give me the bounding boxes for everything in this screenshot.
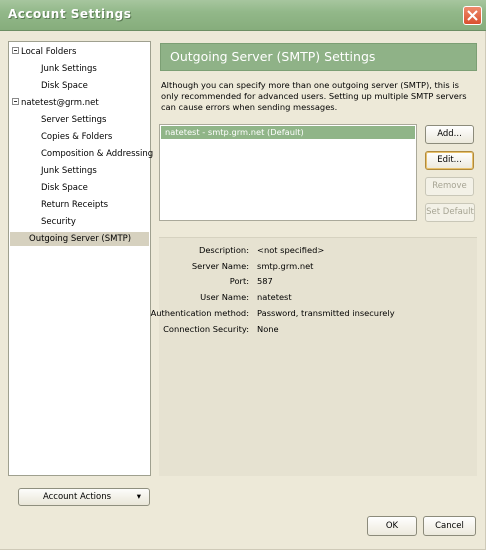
collapse-icon[interactable] [12, 98, 19, 105]
window-title: Account Settings [8, 7, 132, 21]
tree-item-label: Composition & Addressing [41, 149, 154, 159]
tree-item-disk-space-account[interactable]: Disk Space [41, 181, 88, 195]
smtp-server-list[interactable]: natetest - smtp.grm.net (Default) [159, 124, 417, 221]
tree-item-security[interactable]: Security [41, 215, 76, 229]
tree-item-label: Outgoing Server (SMTP) [29, 234, 132, 244]
detail-row-server-name: Server Name: smtp.grm.net [159, 260, 477, 272]
page-title: Outgoing Server (SMTP) Settings [170, 49, 376, 64]
title-bar: Account Settings [0, 0, 486, 31]
detail-row-user-name: User Name: natetest [159, 291, 477, 303]
collapse-icon[interactable] [12, 47, 19, 54]
detail-label: Description: [198, 245, 249, 255]
tree-item-label: natetest@grm.net [21, 98, 99, 108]
add-server-button[interactable]: Add... [425, 125, 474, 144]
tree-item-junk-settings-account[interactable]: Junk Settings [41, 164, 97, 178]
tree-item-outgoing-server[interactable]: Outgoing Server (SMTP) [10, 232, 149, 246]
smtp-description: Although you can specify more than one o… [161, 80, 467, 112]
detail-value: natetest [257, 292, 292, 302]
detail-value: 587 [257, 276, 273, 286]
panel-header: Outgoing Server (SMTP) Settings [160, 43, 477, 71]
close-button[interactable] [463, 6, 482, 25]
set-default-button[interactable]: Set Default [425, 203, 475, 222]
detail-label: Port: [229, 276, 249, 286]
detail-label: Connection Security: [163, 324, 249, 334]
dropdown-arrow-icon: ▾ [136, 492, 141, 502]
cancel-button[interactable]: Cancel [423, 516, 476, 536]
tree-item-label: Copies & Folders [41, 132, 113, 142]
detail-label: Server Name: [191, 261, 249, 271]
detail-row-connection-security: Connection Security: None [159, 323, 477, 335]
close-icon [467, 10, 478, 21]
tree-item-label: Security [41, 217, 76, 227]
tree-item-label: Return Receipts [41, 200, 109, 210]
tree-item-junk-settings[interactable]: Junk Settings [41, 62, 97, 76]
remove-server-button[interactable]: Remove [425, 177, 474, 196]
detail-value: Password, transmitted insecurely [257, 308, 395, 318]
detail-label: Authentication method: [150, 308, 249, 318]
detail-row-authentication: Authentication method: Password, transmi… [151, 307, 477, 319]
smtp-server-row[interactable]: natetest - smtp.grm.net (Default) [161, 126, 415, 139]
server-details: Description: <not specified> Server Name… [151, 237, 477, 476]
detail-row-port: Port: 587 [159, 275, 477, 287]
tree-item-label: Disk Space [41, 81, 88, 91]
tree-item-label: Disk Space [41, 183, 88, 193]
detail-value: <not specified> [257, 245, 325, 255]
tree-item-disk-space[interactable]: Disk Space [41, 79, 88, 93]
tree-item-label: Server Settings [41, 115, 107, 125]
tree-item-label: Junk Settings [41, 64, 97, 74]
tree-item-server-settings[interactable]: Server Settings [41, 113, 106, 127]
tree-item-return-receipts[interactable]: Return Receipts [41, 198, 108, 212]
account-tree: Local Folders Junk Settings Disk Space n… [8, 41, 153, 476]
account-settings-window: Account Settings Local Folders Junk Sett… [0, 0, 486, 550]
detail-label: User Name: [200, 292, 249, 302]
tree-item-label: Local Folders [21, 47, 77, 57]
account-actions-button[interactable]: Account Actions ▾ [18, 488, 150, 506]
tree-item-account[interactable]: natetest@grm.net [12, 96, 99, 110]
detail-value: smtp.grm.net [257, 261, 314, 271]
detail-value: None [257, 324, 279, 334]
tree-item-copies-folders[interactable]: Copies & Folders [41, 130, 112, 144]
ok-button[interactable]: OK [367, 516, 417, 536]
tree-item-composition[interactable]: Composition & Addressing [41, 147, 153, 161]
tree-item-local-folders[interactable]: Local Folders [12, 45, 76, 59]
detail-row-description: Description: <not specified> [159, 244, 477, 256]
account-actions-label: Account Actions [42, 492, 112, 502]
edit-server-button[interactable]: Edit... [425, 151, 474, 170]
tree-item-label: Junk Settings [41, 166, 97, 176]
